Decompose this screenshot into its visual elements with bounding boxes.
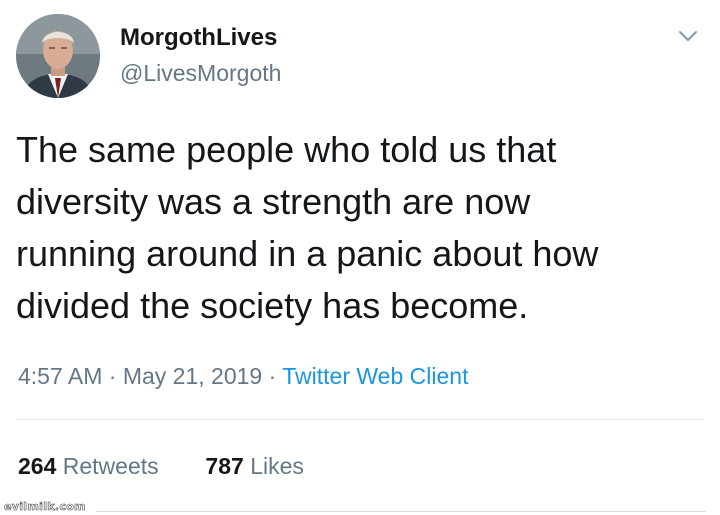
tweet-text: The same people who told us that diversi… [16,124,696,332]
bottom-divider [96,511,706,512]
tweet-time[interactable]: 4:57 AM [18,363,102,389]
user-handle[interactable]: @LivesMorgoth [120,60,281,87]
engagement-stats: 264 Retweets 787 Likes [18,453,304,480]
tweet-metadata: 4:57 AM · May 21, 2019 · Twitter Web Cli… [18,363,468,390]
tweet-text-line: running around in a panic about how [16,233,599,274]
chevron-down-icon[interactable] [676,24,700,48]
meta-separator: · [268,363,277,389]
likes-label: Likes [250,453,304,479]
tweet-text-line: The same people who told us that [16,129,557,170]
retweets-count: 264 [18,453,57,479]
avatar[interactable] [16,14,100,98]
likes-count: 787 [205,453,244,479]
divider [16,419,704,420]
tweet-source-link[interactable]: Twitter Web Client [282,363,468,389]
profile-photo-icon [16,14,100,98]
likes-stat[interactable]: 787 Likes [199,453,304,479]
watermark: evilmilk.com [4,500,86,514]
tweet-date[interactable]: May 21, 2019 [123,363,262,389]
meta-separator: · [108,363,117,389]
retweets-label: Retweets [62,453,159,479]
retweets-stat[interactable]: 264 Retweets [18,453,165,479]
tweet-text-line: divided the society has become. [16,285,529,326]
tweet-text-line: diversity was a strength are now [16,181,531,222]
display-name[interactable]: MorgothLives [120,24,277,52]
